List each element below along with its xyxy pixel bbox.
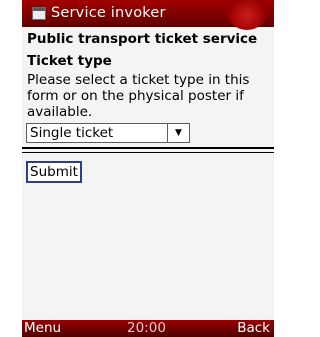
divider-thick [22, 147, 274, 149]
window-icon [32, 7, 46, 20]
title-text: Service invoker [51, 5, 166, 21]
softkey-bar: Menu 20:00 Back [22, 320, 274, 337]
title-bar: Service invoker [22, 0, 274, 30]
dropdown-arrow-icon[interactable]: ▼ [167, 124, 189, 142]
submit-button[interactable]: Submit [26, 161, 82, 183]
ticket-type-value: Single ticket [30, 125, 114, 141]
instructions-text: Please select a ticket type in this form… [27, 72, 250, 120]
divider-thin [22, 152, 274, 153]
back-softkey[interactable]: Back [237, 320, 270, 337]
clock: 20:00 [127, 320, 166, 336]
page-heading: Public transport ticket service [27, 31, 258, 47]
section-heading: Ticket type [27, 53, 112, 69]
phone-screen: Service invoker Public transport ticket … [22, 0, 274, 337]
menu-softkey[interactable]: Menu [24, 320, 61, 337]
status-indicator-icon [227, 0, 267, 30]
ticket-type-select[interactable]: Single ticket ▼ [26, 123, 190, 143]
